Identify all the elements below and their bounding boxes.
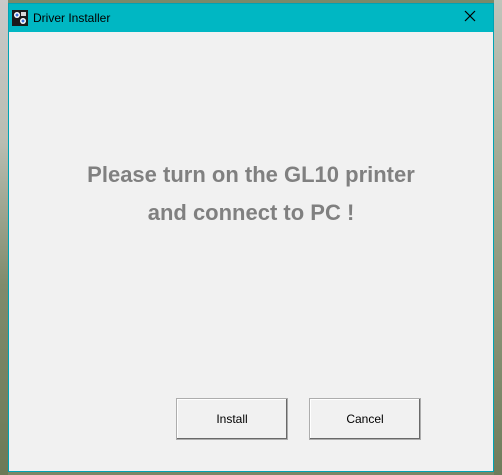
window-title: Driver Installer bbox=[33, 11, 111, 25]
title-bar[interactable]: Driver Installer bbox=[9, 4, 493, 32]
desktop-background-right bbox=[494, 0, 502, 475]
driver-installer-window: Driver Installer Please turn on the GL10… bbox=[8, 3, 494, 472]
printer-app-icon bbox=[12, 10, 28, 26]
close-icon bbox=[464, 9, 476, 27]
install-button[interactable]: Install bbox=[176, 398, 288, 440]
desktop-background-left bbox=[0, 0, 8, 475]
close-button[interactable] bbox=[447, 4, 493, 32]
message-line-1: Please turn on the GL10 printer bbox=[87, 162, 415, 187]
message-line-2: and connect to PC ! bbox=[147, 200, 355, 225]
instruction-message: Please turn on the GL10 printer and conn… bbox=[9, 156, 493, 232]
cancel-button[interactable]: Cancel bbox=[309, 398, 421, 440]
